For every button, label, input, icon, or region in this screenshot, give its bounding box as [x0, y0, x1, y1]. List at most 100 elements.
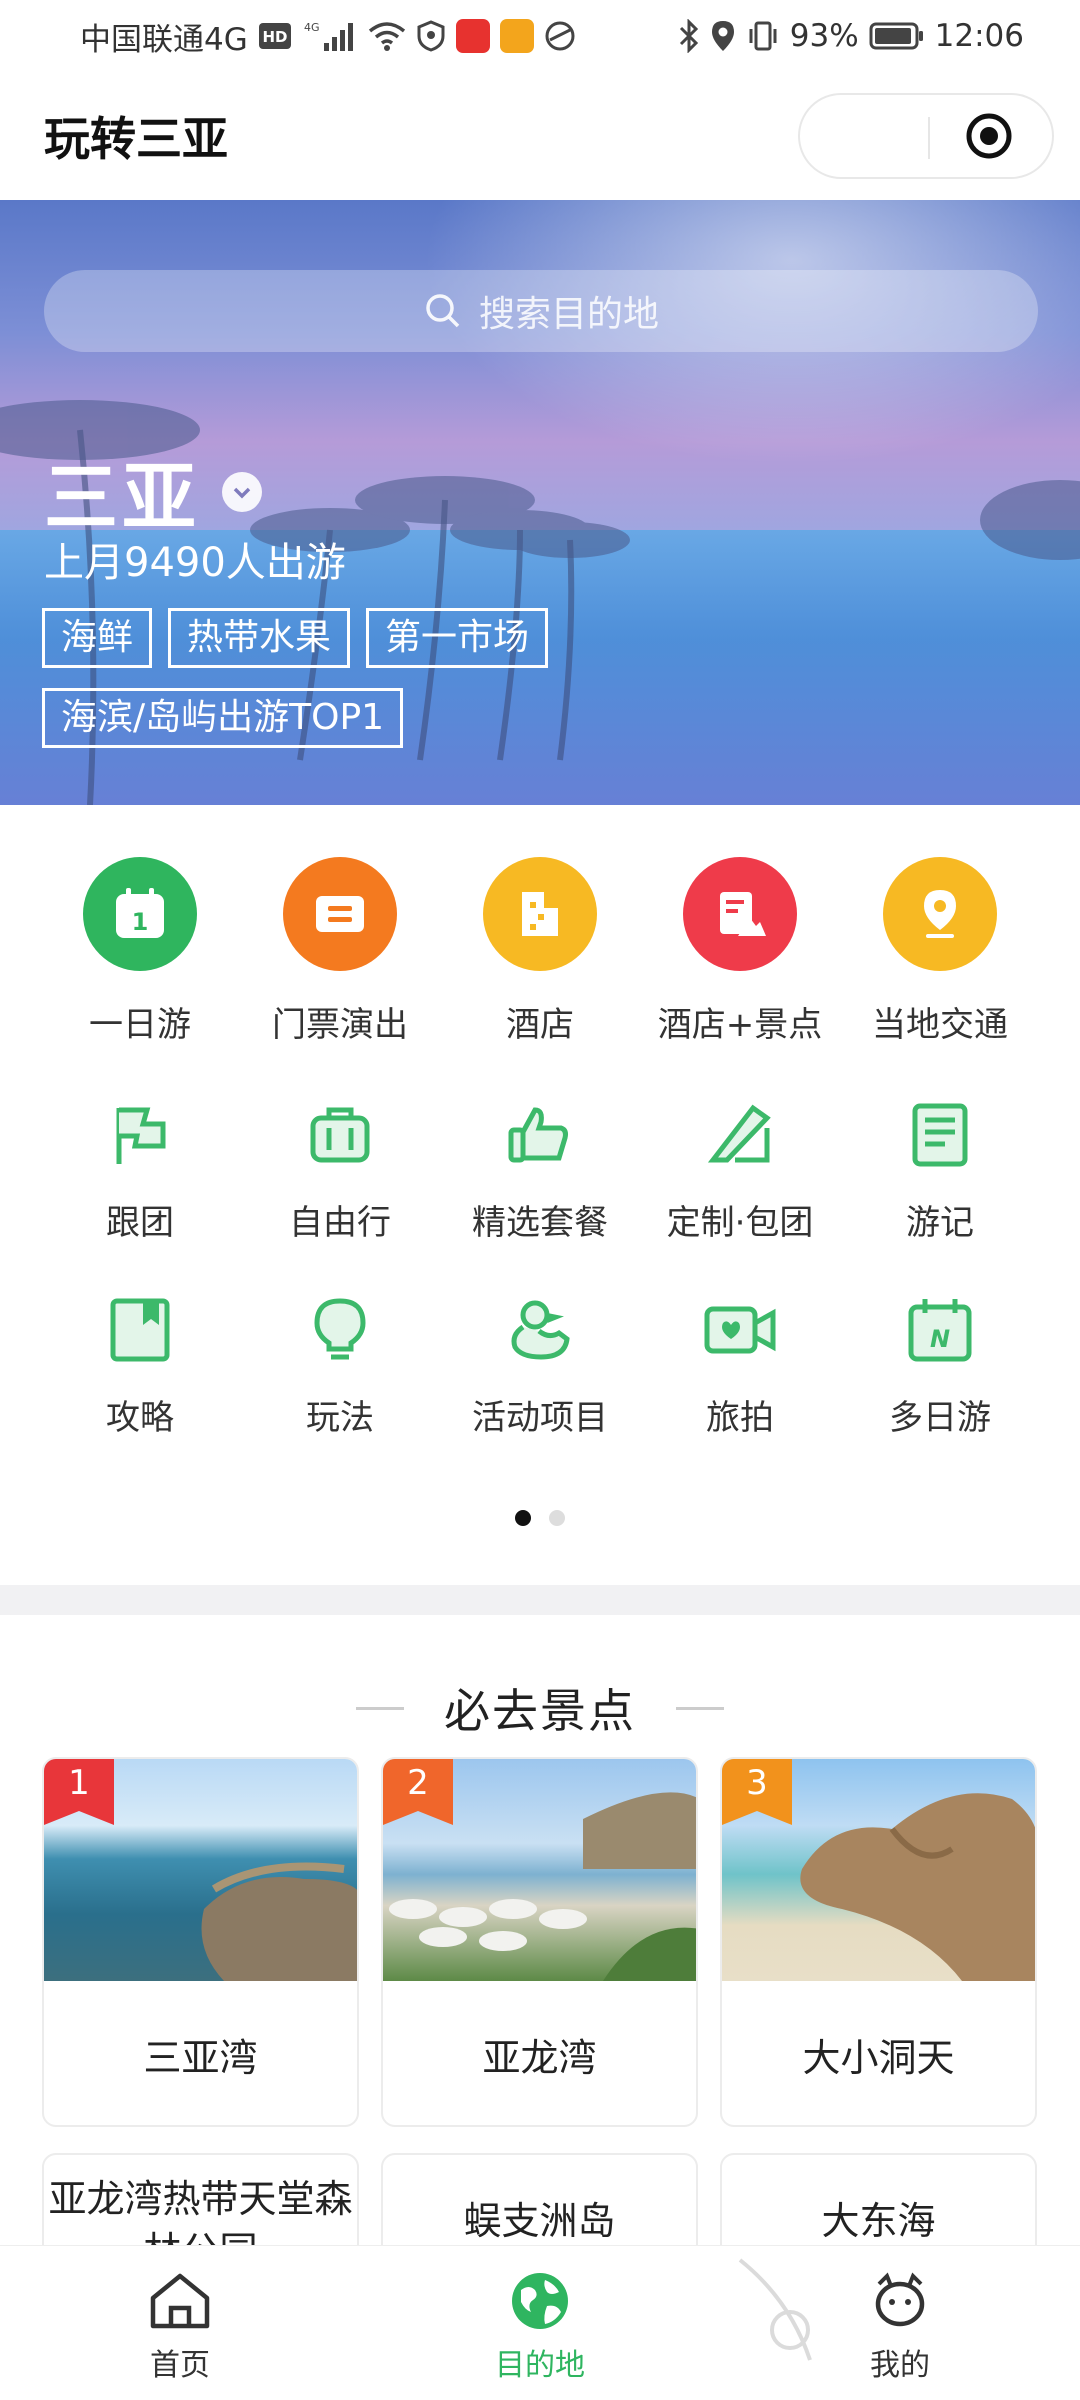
- app2-icon: [544, 19, 576, 53]
- signal-type-text: 4G: [304, 21, 320, 34]
- category-label: 当地交通: [872, 1005, 1008, 1045]
- battery-text: 93%: [789, 18, 859, 54]
- category-custom-tour[interactable]: 定制·包团: [640, 1095, 840, 1244]
- search-icon: [426, 294, 460, 328]
- attraction-card-sanya-bay[interactable]: 1 三亚湾: [42, 1757, 359, 2127]
- duck-icon: [500, 1290, 580, 1370]
- category-pager: [0, 1510, 1080, 1526]
- more-button[interactable]: [800, 95, 926, 177]
- attraction-cards: 1 三亚湾 2 亚龙湾 3 大小洞天: [42, 1757, 1038, 2127]
- category-label: 酒店+景点: [657, 1005, 823, 1045]
- attraction-card-yalong-bay[interactable]: 2 亚龙湾: [381, 1757, 698, 2127]
- category-travelogue[interactable]: 游记: [840, 1095, 1040, 1244]
- category-play[interactable]: 玩法: [240, 1290, 440, 1439]
- hd-icon: HD: [258, 19, 292, 53]
- category-label: 跟团: [106, 1203, 174, 1243]
- clock-text: 12:06: [934, 18, 1024, 54]
- title-line-right: [676, 1706, 724, 1710]
- city-name: 三亚: [44, 455, 200, 541]
- category-guides[interactable]: 攻略: [40, 1290, 240, 1439]
- attraction-card-daxiao-dongtian[interactable]: 3 大小洞天: [720, 1757, 1037, 2127]
- battery-icon: [869, 19, 925, 53]
- search-placeholder: 搜索目的地: [478, 294, 659, 335]
- section-title: 必去景点: [444, 1684, 636, 1738]
- location-pin-icon: [883, 857, 997, 971]
- rank-badge: 1: [44, 1759, 114, 1825]
- nav-label: 目的地: [495, 2348, 585, 2383]
- nav-home[interactable]: 首页: [0, 2246, 360, 2400]
- category-row-tertiary: 攻略 玩法 活动项目 旅拍 N 多日游: [0, 1290, 1080, 1439]
- category-label: 定制·包团: [666, 1203, 814, 1243]
- title-line-left: [356, 1706, 404, 1710]
- category-label: 活动项目: [472, 1398, 608, 1438]
- category-label: 多日游: [889, 1398, 991, 1438]
- hotel-scenic-icon: [683, 857, 797, 971]
- svg-text:N: N: [930, 1325, 950, 1353]
- signal-icon: 4G: [302, 19, 358, 53]
- bottom-nav: 首页 目的地 我的: [0, 2245, 1080, 2400]
- bulb-icon: [300, 1290, 380, 1370]
- category-label: 攻略: [106, 1398, 174, 1438]
- category-label: 精选套餐: [472, 1203, 608, 1243]
- vpn-icon: [416, 19, 446, 53]
- nav-destination[interactable]: 目的地: [360, 2246, 720, 2400]
- nav-label: 首页: [150, 2348, 210, 2383]
- category-local-transport[interactable]: 当地交通: [840, 857, 1040, 1046]
- tag-first-market[interactable]: 第一市场: [366, 608, 549, 668]
- category-label: 酒店: [506, 1005, 574, 1045]
- visitor-count: 上月9490人出游: [44, 540, 346, 586]
- ticket-icon: [283, 857, 397, 971]
- rank-badge: 3: [722, 1759, 792, 1825]
- category-group-tour[interactable]: 跟团: [40, 1095, 240, 1244]
- city-selector[interactable]: 三亚: [44, 438, 262, 545]
- bluetooth-icon: [678, 19, 700, 53]
- carrier-text: 中国联通4G: [80, 21, 248, 58]
- title-bar: 玩转三亚: [0, 72, 1080, 200]
- attraction-photo: 1: [44, 1759, 357, 1981]
- mini-program-capsule: [798, 93, 1054, 179]
- section-header: 必去景点: [0, 1675, 1080, 1741]
- rank-badge: 2: [383, 1759, 453, 1825]
- category-hotel-scenic[interactable]: 酒店+景点: [640, 857, 840, 1046]
- attraction-name: 三亚湾: [143, 2035, 258, 2080]
- tag-seafood[interactable]: 海鲜: [42, 608, 153, 668]
- category-packages[interactable]: 精选套餐: [440, 1095, 640, 1244]
- search-input[interactable]: 搜索目的地: [44, 270, 1038, 352]
- status-right: 93% 12:06: [678, 18, 1024, 54]
- app-icon: [499, 19, 534, 53]
- luggage-icon: [300, 1095, 380, 1175]
- status-left: 中国联通4G HD 4G: [80, 14, 576, 59]
- vibrate-icon: [746, 19, 780, 53]
- category-day-tour[interactable]: 1 一日游: [40, 857, 240, 1046]
- thumbs-up-icon: [500, 1095, 580, 1175]
- location-icon: [710, 19, 736, 53]
- book-icon: [100, 1290, 180, 1370]
- tag-tropical-fruit[interactable]: 热带水果: [168, 608, 351, 668]
- category-grid: 1 一日游 门票演出 酒店 酒店+景点 当地交通 跟团 自由行 精选套餐 定制·…: [0, 805, 1080, 1585]
- status-bar: 中国联通4G HD 4G 93% 12:06: [0, 0, 1080, 72]
- home-icon: [150, 2273, 210, 2329]
- category-row-primary: 1 一日游 门票演出 酒店 酒店+景点 当地交通: [0, 857, 1080, 1046]
- category-free-travel[interactable]: 自由行: [240, 1095, 440, 1244]
- svg-text:1: 1: [132, 908, 149, 936]
- notes-icon: [900, 1095, 980, 1175]
- tag-beach-top1[interactable]: 海滨/岛屿出游TOP1: [42, 688, 404, 748]
- target-icon: [966, 113, 1012, 159]
- destination-hero: 搜索目的地 三亚 上月9490人出游 海鲜 热带水果 第一市场 海滨/岛屿出游T…: [0, 200, 1080, 805]
- category-activities[interactable]: 活动项目: [440, 1290, 640, 1439]
- close-target-button[interactable]: [926, 95, 1052, 177]
- category-tickets[interactable]: 门票演出: [240, 857, 440, 1046]
- pager-dot[interactable]: [549, 1510, 565, 1526]
- category-label: 一日游: [89, 1005, 191, 1045]
- category-hotel[interactable]: 酒店: [440, 857, 640, 1046]
- category-multi-day[interactable]: N 多日游: [840, 1290, 1040, 1439]
- category-travel-photo[interactable]: 旅拍: [640, 1290, 840, 1439]
- hd-badge-text: HD: [262, 28, 287, 46]
- attraction-name: 大小洞天: [802, 2035, 955, 2080]
- pager-dot-active[interactable]: [515, 1510, 531, 1526]
- attraction-photo: 3: [722, 1759, 1035, 1981]
- page-title: 玩转三亚: [44, 112, 228, 166]
- nav-profile[interactable]: 我的: [720, 2246, 1080, 2400]
- category-label: 旅拍: [706, 1398, 774, 1438]
- flag-icon: [100, 1095, 180, 1175]
